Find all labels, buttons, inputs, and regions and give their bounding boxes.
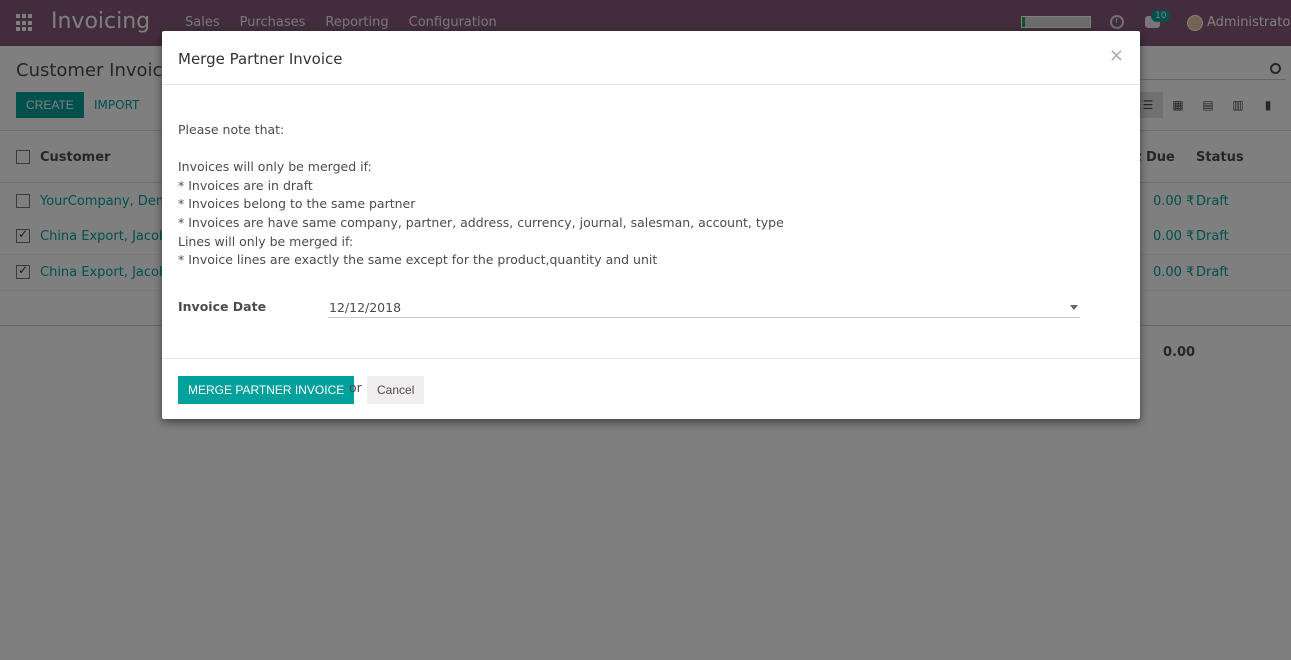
caret-down-icon[interactable] [1070, 305, 1078, 310]
modal-header: Merge Partner Invoice × [162, 31, 1140, 85]
modal-body: Please note that: Invoices will only be … [178, 121, 1124, 270]
note-line: * Invoices are have same company, partne… [178, 214, 784, 230]
note-line: * Invoices belong to the same partner [178, 196, 416, 212]
or-text: or [349, 380, 362, 395]
invoice-date-label: Invoice Date [178, 299, 267, 314]
note-line: Please note that: [178, 122, 285, 137]
merge-partner-invoice-button[interactable]: MERGE PARTNER INVOICE [178, 376, 355, 404]
close-icon[interactable]: × [1109, 45, 1124, 66]
invoice-date-field[interactable]: 12/12/2018 [328, 296, 1080, 318]
merge-partner-invoice-dialog: Merge Partner Invoice × Please note that… [162, 31, 1140, 419]
note-line [178, 140, 1124, 159]
cancel-button[interactable]: Cancel [367, 376, 425, 404]
note-line: Lines will only be merged if: [178, 233, 354, 249]
invoice-date-value: 12/12/2018 [329, 300, 402, 315]
note-line: * Invoice lines are exactly the same exc… [178, 252, 658, 268]
modal-title: Merge Partner Invoice [178, 50, 343, 68]
modal-footer: MERGE PARTNER INVOICE or Cancel [162, 358, 1140, 419]
note-line: Invoices will only be merged if: [178, 159, 372, 175]
note-line: * Invoices are in draft [178, 177, 313, 193]
